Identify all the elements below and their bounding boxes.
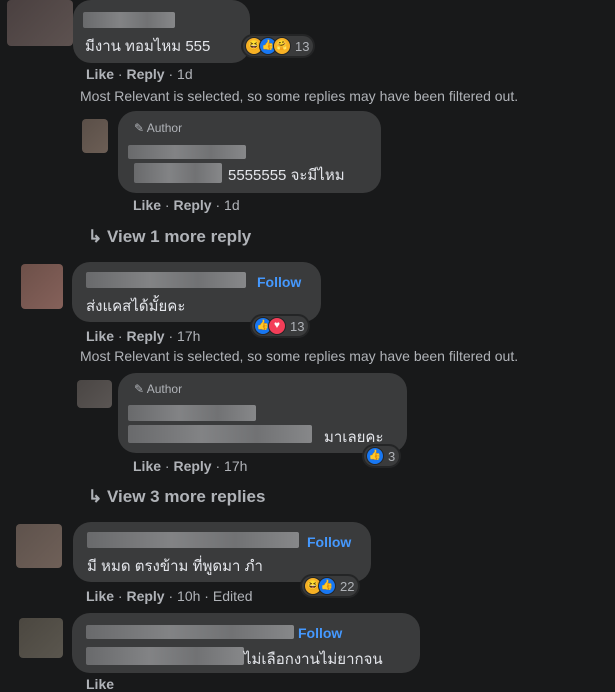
like-icon: 👍 (318, 577, 336, 595)
view-more-replies[interactable]: ↳ View 1 more reply (88, 227, 251, 247)
blurred-name[interactable] (83, 12, 175, 28)
timestamp[interactable]: 1d (177, 66, 193, 82)
reply-actions: Like · Reply · 17h (133, 458, 247, 474)
comment-bubble: Follow ส่งแคสได้มั้ยคะ (72, 262, 321, 322)
like-link[interactable]: Like (86, 66, 114, 82)
follow-button[interactable]: Follow (307, 534, 351, 550)
follow-button[interactable]: Follow (257, 274, 301, 290)
separator: · (168, 328, 174, 344)
blurred-name[interactable] (128, 145, 246, 159)
comment-text: มี หมด ตรงข้าม ที่พูดมา ภำ (87, 558, 263, 575)
avatar[interactable] (16, 524, 62, 568)
comment-bubble: มีงาน ทอมไหม 555 (73, 0, 250, 63)
timestamp[interactable]: 17h (224, 458, 247, 474)
reply-bubble: ✎ Author มาเลยคะ (118, 373, 407, 453)
comment-text: มีงาน ทอมไหม 555 (85, 38, 211, 55)
reply-link[interactable]: Reply (173, 458, 211, 474)
reaction-summary[interactable]: 😆 👍 22 (302, 576, 359, 596)
reply-bubble: ✎ Author 5555555 จะมีไหม (118, 111, 381, 193)
like-icon: 👍 (366, 447, 384, 465)
separator: · (168, 588, 174, 604)
comment-actions: Like (86, 676, 114, 692)
avatar[interactable] (19, 618, 63, 658)
like-link[interactable]: Like (133, 458, 161, 474)
blurred-name[interactable] (86, 625, 294, 639)
reply-link[interactable]: Reply (126, 328, 164, 344)
reaction-count: 13 (295, 38, 310, 54)
blurred-name[interactable] (128, 405, 256, 421)
comment-bubble: Follow มี หมด ตรงข้าม ที่พูดมา ภำ (73, 522, 371, 582)
care-icon: 🤗 (273, 37, 291, 55)
edited-label: Edited (212, 588, 253, 604)
reaction-count: 22 (340, 578, 355, 594)
reaction-count: 13 (290, 318, 305, 334)
pencil-icon: ✎ (134, 121, 145, 135)
comment-bubble: Follow ไม่เลือกงานไม่ยากจน (72, 613, 420, 673)
pencil-icon: ✎ (134, 382, 145, 396)
reply-actions: Like · Reply · 1d (133, 197, 240, 213)
timestamp[interactable]: 10h (177, 588, 200, 604)
blurred-text (128, 425, 312, 443)
separator: · (215, 458, 221, 474)
separator: · (117, 66, 123, 82)
separator: · (117, 328, 123, 344)
comment-text: ส่งแคสได้มั้ยคะ (86, 298, 186, 315)
reaction-summary[interactable]: 😆 👍 🤗 13 (243, 36, 314, 56)
like-link[interactable]: Like (86, 328, 114, 344)
blurred-name[interactable] (86, 272, 246, 288)
like-link[interactable]: Like (86, 676, 114, 692)
blurred-text (134, 163, 222, 183)
like-link[interactable]: Like (86, 588, 114, 604)
timestamp[interactable]: 17h (177, 328, 200, 344)
avatar[interactable] (7, 0, 73, 46)
reply-link[interactable]: Reply (173, 197, 211, 213)
comment-text: ไม่เลือกงานไม่ยากจน (244, 651, 383, 668)
comment-actions: Like · Reply · 1d (86, 66, 193, 82)
reply-arrow-icon: ↳ (88, 487, 103, 506)
comment-actions: Like · Reply · 10h · Edited (86, 588, 253, 604)
reaction-count: 3 (388, 448, 396, 464)
filter-notice: Most Relevant is selected, so some repli… (80, 348, 519, 364)
view-more-replies[interactable]: ↳ View 3 more replies (88, 487, 265, 507)
like-link[interactable]: Like (133, 197, 161, 213)
reply-arrow-icon: ↳ (88, 227, 103, 246)
separator: · (204, 588, 209, 604)
avatar[interactable] (82, 119, 108, 153)
separator: · (215, 197, 221, 213)
reaction-summary[interactable]: 👍 ♥ 13 (252, 316, 309, 336)
heart-icon: ♥ (268, 317, 286, 335)
separator: · (117, 588, 123, 604)
follow-button[interactable]: Follow (298, 625, 342, 641)
avatar[interactable] (21, 264, 63, 309)
separator: · (164, 197, 170, 213)
comment-actions: Like · Reply · 17h (86, 328, 200, 344)
blurred-name[interactable] (87, 532, 299, 548)
reaction-summary[interactable]: 👍 3 (364, 446, 400, 466)
separator: · (168, 66, 174, 82)
reply-text: 5555555 จะมีไหม (228, 167, 345, 184)
reply-link[interactable]: Reply (126, 66, 164, 82)
avatar[interactable] (77, 380, 112, 408)
blurred-text (86, 647, 244, 665)
filter-notice: Most Relevant is selected, so some repli… (80, 88, 519, 104)
reply-link[interactable]: Reply (126, 588, 164, 604)
separator: · (164, 458, 170, 474)
author-badge: ✎ Author (134, 121, 183, 135)
author-badge: ✎ Author (134, 382, 183, 396)
timestamp[interactable]: 1d (224, 197, 240, 213)
